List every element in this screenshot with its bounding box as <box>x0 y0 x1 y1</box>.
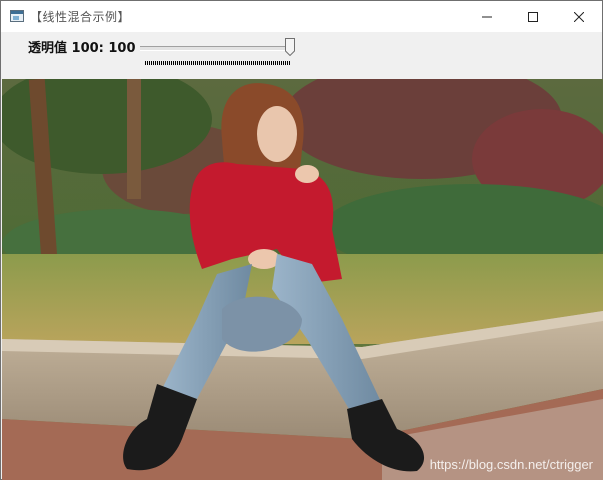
close-button[interactable] <box>556 1 602 32</box>
maximize-button[interactable] <box>510 1 556 32</box>
minimize-button[interactable] <box>464 1 510 32</box>
slider-ticks <box>145 61 291 65</box>
blended-image: https://blog.csdn.net/ctrigger <box>2 79 603 480</box>
window-title: 【线性混合示例】 <box>30 10 131 24</box>
trackbar-panel: 透明值 100: 100 <box>1 32 602 79</box>
maximize-icon <box>528 11 538 22</box>
slider-thumb[interactable] <box>285 38 295 56</box>
slider-groove <box>140 46 290 51</box>
app-icon <box>10 10 24 22</box>
photo <box>2 79 603 480</box>
trackbar-label: 透明值 100: 100 <box>28 41 136 56</box>
minimize-icon <box>482 16 492 17</box>
opacity-slider[interactable] <box>140 37 300 67</box>
watermark-text: https://blog.csdn.net/ctrigger <box>429 457 593 472</box>
app-window: 【线性混合示例】 透明值 100: 100 https://blog.csdn.… <box>0 0 603 480</box>
title-bar[interactable]: 【线性混合示例】 <box>1 1 602 32</box>
close-icon <box>574 11 584 22</box>
